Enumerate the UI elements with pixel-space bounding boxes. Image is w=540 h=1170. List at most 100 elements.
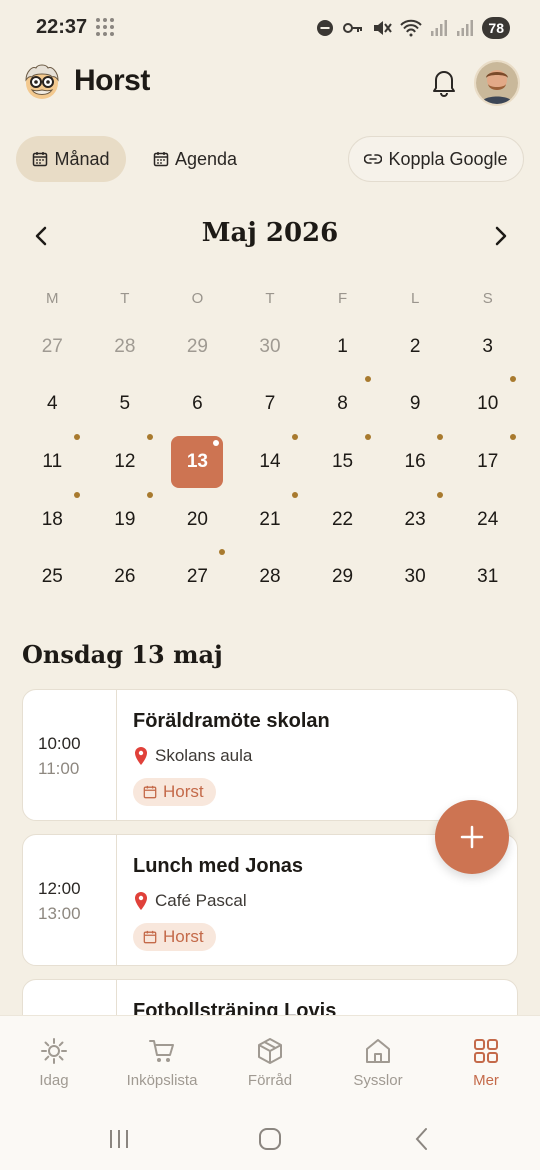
weekday-label: F <box>337 290 348 307</box>
agenda-view-button[interactable]: Agenda <box>140 136 250 182</box>
pin-icon <box>135 747 147 765</box>
battery-level: 78 <box>482 17 510 39</box>
calendar-day[interactable]: 15 <box>306 433 379 491</box>
calendar-day[interactable]: 23 <box>379 491 452 549</box>
calendar-day[interactable]: 31 <box>451 548 524 606</box>
nav-item-sysslor[interactable]: Sysslor <box>324 1016 432 1105</box>
nav-item-label: Sysslor <box>353 1072 403 1089</box>
calendar-day[interactable]: 24 <box>451 491 524 549</box>
calendar-day-number: 29 <box>331 566 354 588</box>
agenda-view-label: Agenda <box>174 148 238 169</box>
avatar[interactable] <box>474 60 520 106</box>
calendar-day[interactable]: 29 <box>306 548 379 606</box>
event-title: Lunch med Jonas <box>133 855 304 877</box>
add-event-button[interactable] <box>435 800 509 874</box>
status-bar: 22:37 78 <box>0 0 540 56</box>
calendar-day[interactable]: 6 <box>161 376 234 434</box>
calendar-day[interactable]: 30 <box>234 318 307 376</box>
event-indicator-dot <box>291 491 298 498</box>
calendar-day[interactable]: 16 <box>379 433 452 491</box>
calendar-day[interactable]: 25 <box>16 548 89 606</box>
calendar-day-number: 27 <box>41 335 63 357</box>
nav-item-inkopslista[interactable]: Inköpslista <box>108 1016 216 1105</box>
calendar-day[interactable]: 30 <box>379 548 452 606</box>
bell-icon[interactable] <box>428 66 460 98</box>
event-location-text: Café Pascal <box>155 891 247 910</box>
signal-icon-2 <box>457 20 474 36</box>
month-view-button[interactable]: Månad <box>16 136 126 182</box>
grid-icon <box>474 1039 498 1063</box>
weekday-label: T <box>265 290 275 307</box>
calendar-day[interactable]: 1 <box>306 318 379 376</box>
calendar-day-number: 22 <box>331 508 354 530</box>
calendar-day[interactable]: 21 <box>234 491 307 549</box>
calendar-day[interactable]: 7 <box>234 376 307 434</box>
calendar-day-number: 29 <box>186 335 208 357</box>
calendar-day[interactable]: 28 <box>234 548 307 606</box>
calendar-day[interactable]: 29 <box>161 318 234 376</box>
nav-item-idag[interactable]: Idag <box>0 1016 108 1105</box>
calendar-day-number: 4 <box>46 393 58 415</box>
calendar-day-number: 17 <box>462 433 516 488</box>
nav-item-mer[interactable]: Mer <box>432 1016 540 1105</box>
calendar-day[interactable]: 11 <box>16 433 89 491</box>
link-icon <box>364 154 383 164</box>
calendar-day[interactable]: 3 <box>451 318 524 376</box>
event-location-text: Skolans aula <box>155 746 253 765</box>
calendar-day[interactable]: 26 <box>89 548 162 606</box>
calendar-day[interactable]: 2 <box>379 318 452 376</box>
calendar-day-number: 26 <box>114 566 136 588</box>
nav-item-label: Inköpslista <box>126 1072 198 1089</box>
month-view-label: Månad <box>54 148 110 169</box>
calendar-day[interactable]: 9 <box>379 376 452 434</box>
nav-item-forrad[interactable]: Förråd <box>216 1016 324 1105</box>
calendar-day[interactable]: 14 <box>234 433 307 491</box>
calendar-day[interactable]: 20 <box>161 491 234 549</box>
weekday-label: O <box>191 290 204 307</box>
dnd-icon <box>317 20 334 36</box>
calendar-icon <box>143 785 157 799</box>
event-indicator-dot <box>364 433 371 440</box>
calendar-day-number: 1 <box>337 335 348 357</box>
calendar-day-number: 11 <box>26 433 81 488</box>
calendar-day-today[interactable]: 13 <box>161 433 234 491</box>
calendar-day[interactable]: 18 <box>16 491 89 549</box>
calendar-day-number: 6 <box>192 393 203 415</box>
event-end-time: 11:00 <box>38 759 80 778</box>
month-title: Maj 2026 <box>201 218 339 248</box>
nav-item-label: Förråd <box>247 1072 293 1089</box>
event-card[interactable]: 10:00 11:00 Föräldramöte skolan Skolans … <box>22 689 518 821</box>
calendar-day-number: 31 <box>477 566 499 588</box>
calendar-day-number: 3 <box>482 335 493 357</box>
calendar-day[interactable]: 28 <box>89 318 162 376</box>
calendar-day[interactable]: 27 <box>16 318 89 376</box>
calendar-day-number: 14 <box>244 433 298 488</box>
home-icon <box>366 1039 390 1063</box>
calendar-day[interactable]: 8 <box>306 376 379 434</box>
calendar-day-number: 21 <box>244 491 298 546</box>
calendar-day[interactable]: 12 <box>89 433 162 491</box>
chevron-right-icon[interactable] <box>486 222 514 250</box>
connect-google-button[interactable]: Koppla Google <box>348 136 524 182</box>
calendar-day[interactable]: 22 <box>306 491 379 549</box>
event-tag-label: Horst <box>163 927 204 946</box>
back-icon[interactable] <box>408 1125 436 1153</box>
calendar-day[interactable]: 5 <box>89 376 162 434</box>
calendar-day-number: 2 <box>409 335 421 357</box>
calendar-day[interactable]: 10 <box>451 376 524 434</box>
home-button-icon[interactable] <box>256 1125 284 1153</box>
recents-icon[interactable] <box>105 1125 133 1153</box>
calendar-day[interactable]: 19 <box>89 491 162 549</box>
connect-google-label: Koppla Google <box>388 148 508 169</box>
calendar-day[interactable]: 4 <box>16 376 89 434</box>
event-time-column: 12:00 13:00 <box>23 835 117 965</box>
pin-icon <box>135 892 147 910</box>
event-indicator-dot <box>146 433 153 440</box>
calendar-day[interactable]: 27 <box>161 548 234 606</box>
calendar-day-number: 9 <box>409 393 421 415</box>
system-navigation-bar <box>0 1105 540 1170</box>
weekday-header: M T O T F L S <box>16 290 524 307</box>
calendar-day-number: 28 <box>259 566 281 588</box>
calendar-day[interactable]: 17 <box>451 433 524 491</box>
event-indicator-dot <box>509 376 516 383</box>
